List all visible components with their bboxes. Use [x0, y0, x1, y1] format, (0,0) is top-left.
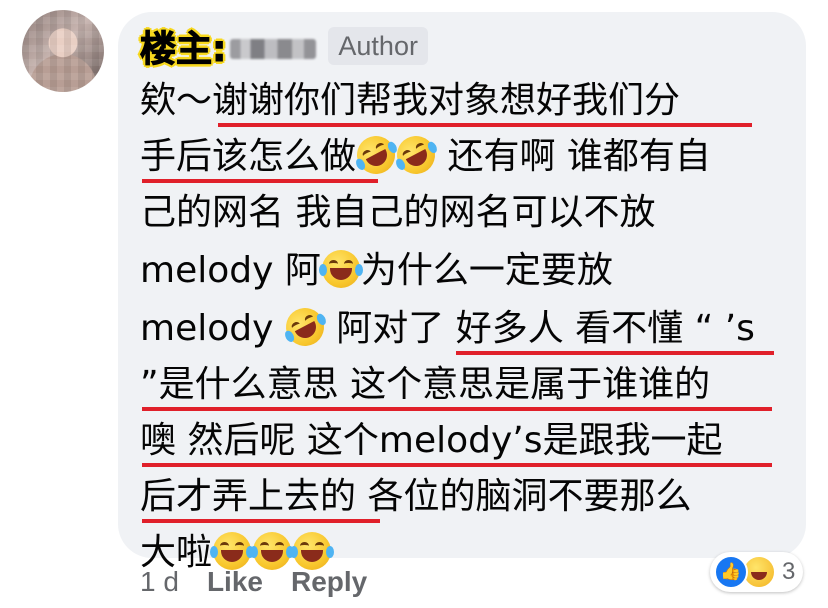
- op-label: 楼主:: [139, 29, 227, 71]
- reaction-summary[interactable]: 👍 3: [710, 552, 804, 592]
- comment-line: 噢 然后呢 这个melody’s是跟我一起: [140, 420, 723, 461]
- tears-of-joy-emoji-icon: [250, 532, 295, 570]
- tears-of-joy-emoji-icon: [290, 532, 335, 570]
- comment-line: 欸～谢谢你们帮我对象想好我们分: [140, 80, 681, 121]
- comment-line: 己的网名 我自己的网名可以不放: [140, 192, 656, 233]
- highlight-underline: [142, 407, 772, 411]
- tears-of-joy-emoji-icon: [210, 532, 255, 570]
- like-icon: 👍: [714, 555, 748, 589]
- comment-line: ”是什么意思 这个意思是属于谁谁的: [140, 364, 711, 405]
- comment-line: melody 阿为什么一定要放: [140, 250, 613, 291]
- author-row: 楼主: Author: [139, 20, 428, 72]
- highlight-underline: [142, 463, 772, 467]
- highlight-underline: [456, 351, 774, 355]
- like-button[interactable]: Like: [207, 566, 263, 598]
- rofl-emoji-icon: [390, 129, 442, 181]
- blurred-author-name[interactable]: [230, 39, 317, 59]
- tears-of-joy-emoji-icon: [318, 250, 363, 288]
- comment-bubble: 楼主: Author 欸～谢谢你们帮我对象想好我们分 手后该怎么做 还有啊 谁都…: [118, 12, 806, 573]
- comment-line: 后才弄上去的 各位的脑洞不要那么: [140, 476, 692, 517]
- reply-button[interactable]: Reply: [291, 566, 367, 598]
- rofl-emoji-icon: [279, 301, 331, 353]
- highlight-underline: [142, 179, 378, 183]
- author-badge: Author: [328, 27, 428, 65]
- reaction-count: 3: [782, 558, 796, 585]
- rofl-emoji-icon: [350, 129, 402, 181]
- highlight-underline: [142, 519, 380, 523]
- highlight-underline: [218, 123, 752, 127]
- avatar[interactable]: [22, 10, 104, 92]
- comment-line: 手后该怎么做 还有啊 谁都有自: [140, 129, 711, 182]
- timestamp[interactable]: 1 d: [140, 566, 179, 598]
- comment-actions: 1 d Like Reply: [140, 566, 367, 598]
- comment-line: melody 阿对了 好多人 看不懂 “ ’s: [140, 301, 755, 354]
